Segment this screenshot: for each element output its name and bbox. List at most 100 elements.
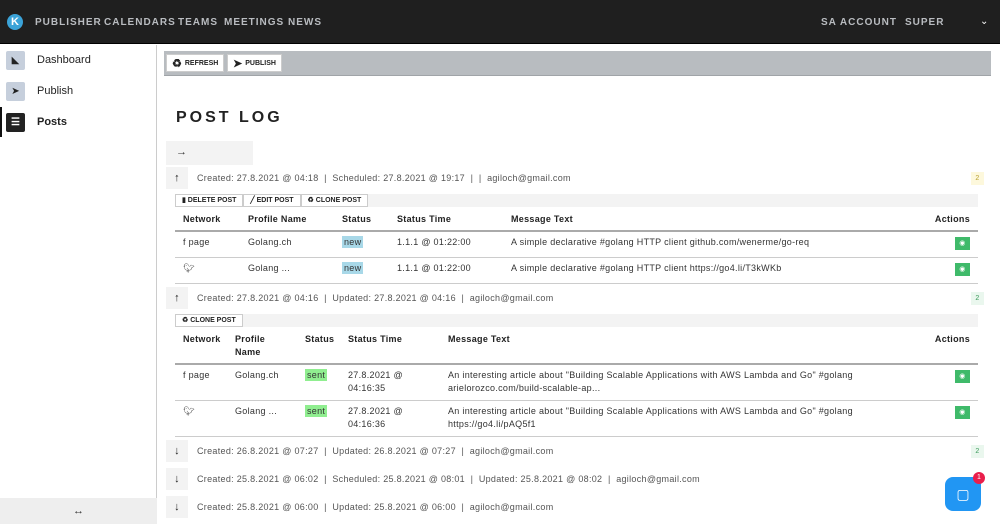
nav-calendars[interactable]: CALENDARS	[104, 17, 176, 28]
message: An interesting article about "Building S…	[440, 364, 910, 401]
nav-account[interactable]: SA ACCOUNT	[821, 17, 897, 28]
arrow-down-icon[interactable]: ↓	[166, 468, 188, 490]
col-status-time: Status Time	[340, 329, 440, 365]
post-actions: ♻ CLONE POST	[175, 314, 978, 327]
status-time: 1.1.1 @ 01:22:00	[389, 231, 503, 258]
chart-icon: ◣	[6, 50, 25, 70]
refresh-label: REFRESH	[184, 59, 219, 67]
post-header[interactable]: ↓ Created: 25.8.2021 @ 06:00 | Updated: …	[166, 495, 986, 519]
sidebar: ◣ Dashboard ➤ Publish ☰ Posts ↔	[0, 45, 157, 524]
refresh-button[interactable]: ♻ REFRESH	[166, 54, 225, 72]
post-table: Network Profile Name Status Status Time …	[175, 329, 978, 437]
table-header: Network Profile Name Status Status Time …	[175, 209, 978, 232]
twitter-icon: 🐦︎	[183, 405, 195, 416]
view-eye-icon[interactable]: ◉	[955, 262, 970, 276]
nav-user[interactable]: SUPER	[905, 17, 944, 28]
arrow-down-icon[interactable]: ↓	[166, 440, 188, 462]
sidebar-item-label: Publish	[37, 85, 74, 97]
col-network: Network	[175, 209, 240, 232]
col-profile: Profile Name	[240, 209, 334, 232]
sidebar-collapse-button[interactable]: ↔	[0, 498, 157, 524]
post-header[interactable]: ↑ Created: 27.8.2021 @ 04:18 | Scheduled…	[166, 166, 986, 190]
network: page	[188, 370, 210, 380]
clone-post-button[interactable]: ♻ CLONE POST	[300, 194, 369, 207]
count-badge: 2	[971, 444, 984, 458]
twitter-icon: 🐦︎	[183, 262, 195, 273]
post-header[interactable]: ↓ Created: 26.8.2021 @ 07:27 | Updated: …	[166, 439, 986, 463]
profile: Golang.ch	[227, 364, 297, 401]
sidebar-item-dashboard[interactable]: ◣ Dashboard	[6, 49, 91, 71]
message: A simple declarative #golang HTTP client…	[503, 257, 903, 284]
table-row: f page Golang.ch new 1.1.1 @ 01:22:00 A …	[175, 231, 978, 258]
count-badge: 2	[971, 171, 984, 185]
publish-button[interactable]: ➤ PUBLISH	[227, 54, 282, 72]
send-icon: ➤	[233, 57, 243, 70]
toolbar: ♻ REFRESH ➤ PUBLISH	[164, 51, 991, 76]
col-status-time: Status Time	[389, 209, 503, 232]
chat-notification-badge: 1	[973, 472, 985, 484]
page-title: POST LOG	[176, 109, 283, 126]
clone-post-button[interactable]: ♻ CLONE POST	[175, 314, 243, 327]
top-navbar: K PUBLISHER CALENDARS TEAMS MEETINGS NEW…	[0, 0, 1000, 44]
table-row: 🐦︎ Golang ... sent 27.8.2021 @ 04:16:36 …	[175, 400, 978, 437]
status-badge: sent	[305, 369, 328, 381]
status-time: 27.8.2021 @ 04:16:35	[340, 364, 440, 401]
arrow-up-icon[interactable]: ↑	[166, 167, 188, 189]
nav-publisher[interactable]: PUBLISHER	[35, 17, 102, 28]
post-meta: Created: 25.8.2021 @ 06:02 | Scheduled: …	[197, 474, 700, 484]
delete-post-button[interactable]: ▮ DELETE POST	[175, 194, 244, 207]
label: CLONE POST	[315, 197, 362, 204]
table-row: 🐦︎ Golang ... new 1.1.1 @ 01:22:00 A sim…	[175, 257, 978, 284]
count-badge: 2	[971, 291, 984, 305]
sidebar-item-label: Posts	[37, 116, 67, 128]
view-eye-icon[interactable]: ◉	[955, 370, 970, 383]
edit-post-button[interactable]: ╱ EDIT POST	[243, 194, 301, 207]
publish-label: PUBLISH	[245, 59, 276, 67]
post-meta: Created: 27.8.2021 @ 04:18 | Scheduled: …	[197, 173, 571, 183]
nav-news[interactable]: NEWS	[288, 17, 322, 28]
post-header[interactable]: ↑ Created: 27.8.2021 @ 04:16 | Updated: …	[166, 286, 986, 310]
profile: Golang ...	[240, 257, 334, 284]
message: An interesting article about "Building S…	[440, 400, 910, 437]
chevron-down-icon[interactable]: ⌄	[980, 16, 988, 27]
expand-all-button[interactable]: →	[166, 141, 253, 165]
view-eye-icon[interactable]: ◉	[955, 237, 970, 250]
profile: Golang.ch	[240, 231, 334, 258]
status-badge: sent	[305, 404, 328, 417]
profile: Golang ...	[227, 400, 297, 437]
col-status: Status	[334, 209, 389, 232]
list-icon: ☰	[6, 112, 25, 132]
col-status: Status	[297, 329, 340, 365]
post-table: Network Profile Name Status Status Time …	[175, 209, 978, 284]
post-meta: Created: 27.8.2021 @ 04:16 | Updated: 27…	[197, 293, 554, 303]
post-actions: ▮ DELETE POST ╱ EDIT POST ♻ CLONE POST	[175, 194, 978, 207]
logo[interactable]: K	[7, 14, 23, 30]
sidebar-item-label: Dashboard	[37, 54, 91, 66]
network: page	[188, 237, 210, 247]
facebook-icon: f	[183, 370, 186, 380]
active-indicator	[0, 107, 2, 137]
col-actions: Actions	[910, 329, 978, 365]
message: A simple declarative #golang HTTP client…	[503, 231, 903, 258]
col-profile: Profile Name	[227, 329, 297, 365]
post-meta: Created: 26.8.2021 @ 07:27 | Updated: 26…	[197, 446, 554, 456]
status-time: 27.8.2021 @ 04:16:36	[340, 400, 440, 437]
post-header[interactable]: ↓ Created: 25.8.2021 @ 06:02 | Scheduled…	[166, 467, 986, 491]
arrow-down-icon[interactable]: ↓	[166, 496, 188, 518]
table-header: Network Profile Name Status Status Time …	[175, 329, 978, 365]
nav-teams[interactable]: TEAMS	[178, 17, 218, 28]
label: EDIT POST	[256, 197, 294, 204]
facebook-icon: f	[183, 237, 186, 247]
table-row: f page Golang.ch sent 27.8.2021 @ 04:16:…	[175, 364, 978, 401]
label: CLONE POST	[190, 317, 236, 324]
status-time: 1.1.1 @ 01:22:00	[389, 257, 503, 284]
col-network: Network	[175, 329, 227, 365]
arrow-up-icon[interactable]: ↑	[166, 287, 188, 309]
col-actions: Actions	[903, 209, 978, 232]
view-eye-icon[interactable]: ◉	[955, 405, 970, 419]
sidebar-item-posts[interactable]: ☰ Posts	[6, 111, 67, 133]
chat-icon: ▢	[956, 485, 970, 502]
sidebar-item-publish[interactable]: ➤ Publish	[6, 80, 73, 102]
status-badge: new	[342, 236, 364, 248]
nav-meetings[interactable]: MEETINGS	[224, 17, 284, 28]
